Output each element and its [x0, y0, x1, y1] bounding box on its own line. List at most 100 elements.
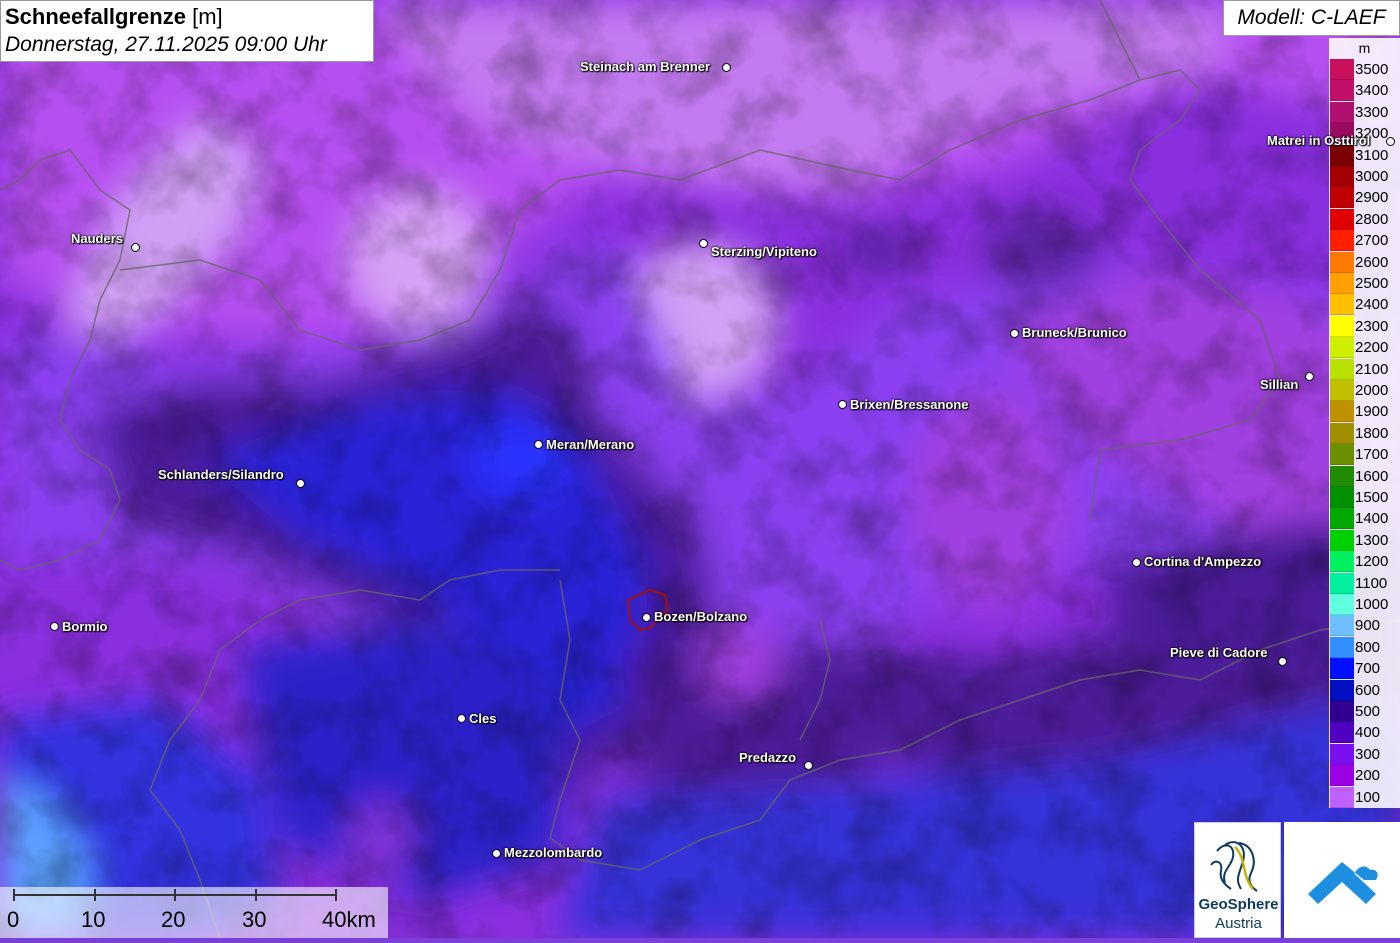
- legend-label: 300: [1355, 745, 1381, 763]
- legend-row: 2900: [1329, 187, 1400, 209]
- legend-label: 1200: [1355, 553, 1389, 571]
- legend-row: 1900: [1329, 401, 1400, 423]
- legend-swatch: [1330, 380, 1354, 401]
- city-label[interactable]: Meran/Merano: [546, 437, 634, 453]
- legend-label: 200: [1355, 767, 1381, 785]
- legend-row: 2200: [1329, 337, 1400, 359]
- city-label[interactable]: Steinach am Brenner: [580, 59, 710, 75]
- city-marker[interactable]: [1132, 558, 1141, 567]
- city-marker[interactable]: [699, 239, 708, 248]
- legend-row: 1200: [1329, 551, 1400, 573]
- partner-logo[interactable]: [1284, 822, 1400, 938]
- legend-row: 400: [1329, 722, 1400, 744]
- legend-row: 1100: [1329, 572, 1400, 594]
- city-marker[interactable]: [1386, 137, 1395, 146]
- geosphere-emblem-icon: [1210, 841, 1258, 892]
- legend-row: 2800: [1329, 208, 1400, 230]
- legend-row: 900: [1329, 615, 1400, 637]
- legend-label: 3300: [1355, 103, 1389, 121]
- color-legend: m 3500 3400 3300 3200 3100 3000 2900 2800 2700 26…: [1329, 38, 1400, 808]
- city-label[interactable]: Bozen/Bolzano: [654, 609, 747, 625]
- legend-swatch: [1330, 722, 1354, 744]
- legend-row: 2000: [1329, 380, 1400, 401]
- city-label[interactable]: Predazzo: [739, 750, 796, 766]
- legend-label: 3000: [1355, 168, 1389, 185]
- legend-label: 1100: [1355, 574, 1388, 592]
- legend-label: 2000: [1355, 382, 1389, 399]
- legend-swatch: [1330, 294, 1354, 316]
- legend-swatch: [1330, 401, 1354, 423]
- city-marker[interactable]: [1305, 372, 1314, 381]
- city-marker[interactable]: [534, 440, 543, 449]
- legend-label: 1800: [1355, 424, 1389, 442]
- legend-label: 1400: [1355, 510, 1389, 528]
- legend-label: 500: [1355, 703, 1381, 720]
- scale-label-10: 10: [81, 907, 106, 932]
- scale-label-40km: 40km: [322, 907, 376, 932]
- legend-row: 1700: [1329, 444, 1400, 466]
- city-marker[interactable]: [838, 400, 847, 409]
- legend-swatch: [1330, 465, 1354, 487]
- legend-label: 2700: [1355, 232, 1389, 250]
- city-label[interactable]: Cles: [469, 711, 496, 727]
- city-label[interactable]: Bruneck/Brunico: [1022, 325, 1127, 341]
- legend-label: 700: [1355, 660, 1381, 678]
- city-marker[interactable]: [642, 613, 651, 622]
- city-marker[interactable]: [457, 714, 466, 723]
- legend-swatch: [1330, 101, 1354, 123]
- legend-swatch: [1330, 743, 1354, 765]
- cloud-arrow-icon: [1308, 862, 1378, 904]
- legend-row: 1300: [1329, 529, 1400, 551]
- legend-label: 400: [1355, 724, 1381, 742]
- legend-swatch: [1330, 551, 1354, 573]
- city-marker[interactable]: [296, 479, 305, 488]
- map-title: Schneefallgrenze: [5, 4, 186, 29]
- city-label[interactable]: Cortina d'Ampezzo: [1144, 554, 1261, 570]
- city-label[interactable]: Sterzing/Vipiteno: [711, 244, 817, 260]
- legend-label: 2300: [1355, 317, 1389, 335]
- city-marker[interactable]: [492, 849, 501, 858]
- city-marker[interactable]: [804, 761, 813, 770]
- city-label[interactable]: Brixen/Bressanone: [850, 397, 969, 413]
- city-label[interactable]: Schlanders/Silandro: [158, 467, 284, 483]
- legend-row: 200: [1329, 765, 1400, 787]
- city-marker[interactable]: [131, 243, 140, 252]
- legend-row: 1500: [1329, 487, 1400, 508]
- legend-swatch: [1330, 358, 1354, 380]
- legend-swatch: [1330, 59, 1354, 80]
- legend-row: 2400: [1329, 294, 1400, 316]
- legend-row: 1400: [1329, 508, 1400, 530]
- legend-label: 800: [1355, 638, 1381, 656]
- legend-label: 1500: [1355, 489, 1389, 506]
- legend-swatch: [1330, 786, 1354, 808]
- legend-label: 3400: [1355, 82, 1389, 100]
- legend-label: 2400: [1355, 296, 1389, 314]
- city-label[interactable]: Sillian: [1260, 377, 1298, 393]
- legend-swatch: [1330, 529, 1354, 551]
- city-label[interactable]: Matrei in Osttirol: [1267, 133, 1370, 149]
- legend-row: 2600: [1329, 251, 1400, 273]
- geosphere-logo[interactable]: GeoSphere Austria: [1194, 822, 1281, 938]
- legend-label: 1000: [1355, 596, 1389, 613]
- scale-bar: 0 10 20 30 40km: [0, 887, 388, 938]
- legend-swatch: [1330, 508, 1354, 530]
- city-label[interactable]: Bormio: [62, 619, 108, 635]
- city-marker[interactable]: [1010, 329, 1019, 338]
- legend-row: 800: [1329, 636, 1400, 658]
- city-label[interactable]: Pieve di Cadore: [1170, 645, 1268, 661]
- legend-label: 2100: [1355, 360, 1389, 378]
- legend-swatch: [1330, 636, 1354, 658]
- legend-swatch: [1330, 594, 1354, 615]
- legend-swatch: [1330, 615, 1354, 637]
- city-marker[interactable]: [722, 63, 731, 72]
- legend-label: 3500: [1355, 61, 1389, 78]
- legend-swatch: [1330, 315, 1354, 337]
- city-label[interactable]: Nauders: [71, 231, 123, 247]
- city-marker[interactable]: [1278, 657, 1287, 666]
- legend-swatch: [1330, 658, 1354, 680]
- city-marker[interactable]: [50, 622, 59, 631]
- city-label[interactable]: Mezzolombardo: [504, 845, 602, 861]
- legend-row: 600: [1329, 679, 1400, 701]
- title-box: Schneefallgrenze [m] Donnerstag, 27.11.2…: [0, 0, 374, 62]
- legend-label: 2600: [1355, 253, 1389, 271]
